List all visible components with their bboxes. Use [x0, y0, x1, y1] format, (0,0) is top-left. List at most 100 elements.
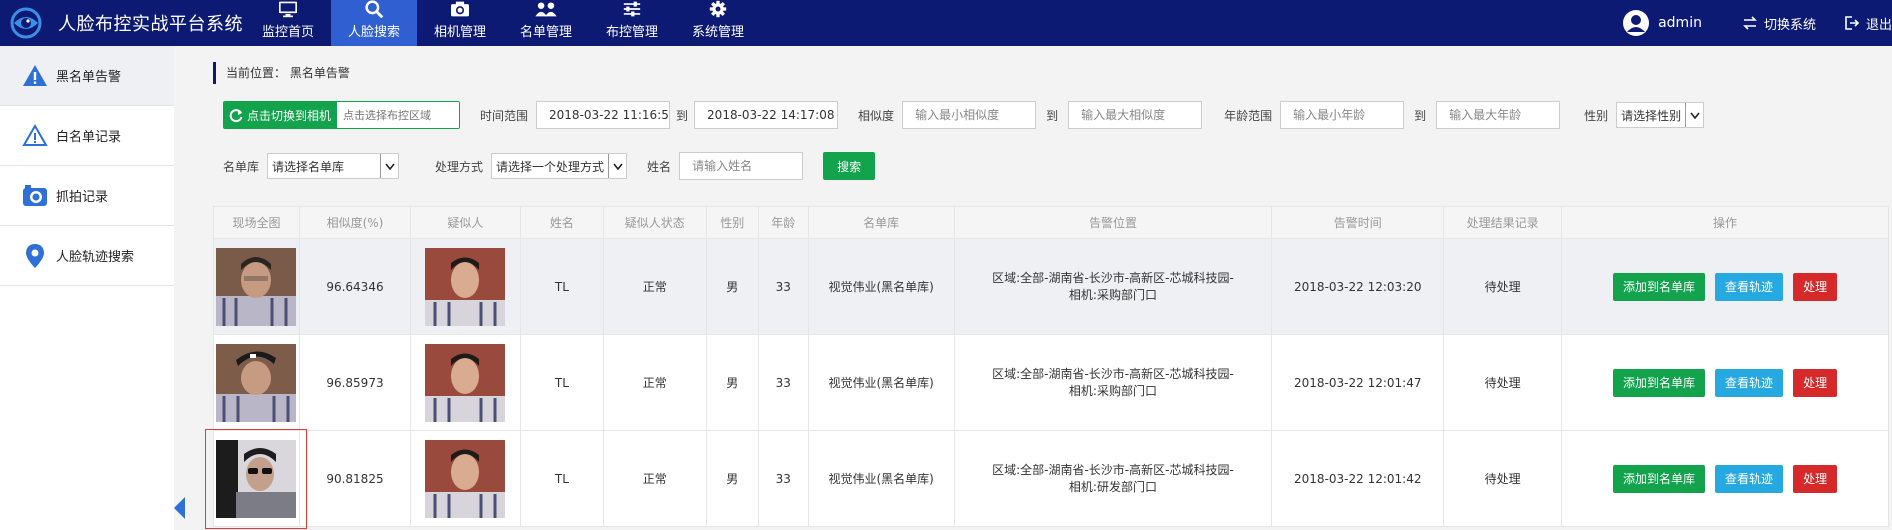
view-track-button[interactable]: 查看轨迹	[1715, 272, 1784, 301]
sidebar-item-blacklist-alarm[interactable]: 黑名单告警	[0, 46, 174, 106]
eye-logo-icon	[10, 7, 42, 39]
refresh-icon	[229, 109, 243, 123]
logout-icon	[1845, 16, 1860, 30]
add-to-library-button[interactable]: 添加到名单库	[1613, 464, 1706, 493]
handling-label: 处理方式	[435, 159, 484, 174]
breadcrumb-current: 黑名单告警	[289, 66, 350, 80]
user-name[interactable]: admin	[1658, 15, 1702, 31]
alarm-table: 现场全图 相似度(%) 疑似人 姓名 疑似人状态 性别 年龄 名单库 告警位置 …	[205, 206, 1889, 529]
filter-row-2: 名单库 请选择名单库 处理方式 请选择一个处理方式 姓名 搜索	[223, 152, 876, 180]
switch-system-label: 切换系统	[1763, 17, 1816, 33]
nav-list-management[interactable]: 名单管理	[503, 0, 589, 46]
status-cell: 正常	[602, 334, 707, 431]
to-label: 到	[676, 108, 689, 123]
time-from-input[interactable]	[536, 101, 671, 129]
age-max-input[interactable]	[1436, 101, 1561, 129]
library-select-value: 请选择名单库	[272, 159, 345, 174]
gender-select-value: 请选择性别	[1621, 108, 1682, 123]
nav-monitor-home[interactable]: 监控首页	[245, 0, 331, 46]
search-icon	[365, 0, 383, 18]
scene-photo[interactable]	[205, 428, 308, 529]
nav-face-search[interactable]: 人脸搜索	[331, 0, 417, 46]
user-avatar-icon[interactable]	[1622, 9, 1650, 37]
nav-deploy-management[interactable]: 布控管理	[589, 0, 675, 46]
main-content: 当前位置： 黑名单告警 点击切换到相机 时间范围 到 相似度 到 年龄范围 到 …	[185, 46, 1892, 530]
name-input[interactable]	[679, 152, 804, 180]
row-actions: 添加到名单库 查看轨迹 处理	[1613, 464, 1838, 493]
name-cell: TL	[519, 430, 604, 527]
similarity-cell: 90.81825	[298, 430, 411, 527]
time-to-input[interactable]	[694, 101, 839, 129]
sidebar-item-face-track-search[interactable]: 人脸轨迹搜索	[0, 226, 174, 286]
sidebar-item-label: 抓拍记录	[56, 190, 109, 205]
search-button[interactable]: 搜索	[823, 152, 876, 180]
nav-label: 监控首页	[261, 25, 314, 40]
nav-label: 相机管理	[433, 25, 486, 40]
users-icon	[535, 2, 557, 17]
sidebar-item-label: 黑名单告警	[56, 70, 122, 85]
suspect-photo[interactable]	[425, 247, 506, 326]
nav-label: 人脸搜索	[347, 25, 400, 40]
similarity-max-input[interactable]	[1068, 101, 1203, 129]
sidebar-collapse-icon[interactable]	[174, 497, 185, 519]
logout-button[interactable]: 退出	[1844, 14, 1892, 33]
location-pin-icon	[26, 243, 44, 268]
library-select[interactable]: 请选择名单库	[267, 153, 400, 179]
row-actions: 添加到名单库 查看轨迹 处理	[1613, 272, 1838, 301]
handle-button[interactable]: 处理	[1793, 464, 1838, 493]
handle-button[interactable]: 处理	[1793, 272, 1838, 301]
to-label: 到	[1414, 108, 1427, 123]
col-header[interactable]: 相似度(%)	[298, 206, 411, 239]
nav-system-management[interactable]: 系统管理	[675, 0, 761, 46]
add-to-library-button[interactable]: 添加到名单库	[1613, 272, 1706, 301]
sidebar-item-capture-record[interactable]: 抓拍记录	[0, 166, 174, 226]
top-bar: 人脸布控实战平台系统 监控首页 人脸搜索 相机管理 名单管理 布控管理 系统管理…	[0, 0, 1892, 46]
chevron-down-icon	[608, 154, 626, 178]
scene-photo[interactable]	[216, 247, 297, 326]
location-camera: 相机:采购部门口	[1068, 383, 1157, 398]
monitor-icon	[279, 1, 297, 18]
col-header: 名单库	[807, 206, 955, 239]
nav-camera-management[interactable]: 相机管理	[417, 0, 503, 46]
location-area: 区域:全部-湖南省-长沙市-高新区-芯城科技园-	[992, 462, 1234, 477]
camera-icon	[451, 1, 469, 17]
time-cell: 2018-03-22 12:01:47	[1271, 334, 1445, 431]
gender-label: 性别	[1584, 108, 1609, 123]
sidebar-item-label: 白名单记录	[56, 130, 122, 145]
gender-select[interactable]: 请选择性别	[1616, 102, 1705, 128]
switch-system-button[interactable]: 切换系统	[1742, 14, 1816, 33]
similarity-min-input[interactable]	[902, 101, 1037, 129]
gender-cell: 男	[705, 334, 759, 431]
suspect-photo[interactable]	[425, 343, 506, 422]
add-to-library-button[interactable]: 添加到名单库	[1613, 368, 1706, 397]
name-label: 姓名	[647, 159, 672, 174]
switch-camera-button[interactable]: 点击切换到相机	[224, 102, 338, 128]
location-area: 区域:全部-湖南省-长沙市-高新区-芯城科技园-	[992, 270, 1234, 285]
col-header: 操作	[1561, 206, 1889, 239]
result-cell: 待处理	[1443, 334, 1563, 431]
suspect-photo[interactable]	[425, 439, 506, 518]
handling-select[interactable]: 请选择一个处理方式	[491, 153, 628, 179]
age-min-input[interactable]	[1280, 101, 1405, 129]
nav-label: 系统管理	[691, 25, 744, 40]
location-camera: 相机:采购部门口	[1068, 287, 1157, 302]
library-cell: 视觉伟业(黑名单库)	[807, 238, 955, 335]
view-track-button[interactable]: 查看轨迹	[1715, 368, 1784, 397]
col-header: 现场全图	[213, 206, 300, 239]
similarity-cell: 96.85973	[298, 334, 411, 431]
area-select-input[interactable]	[337, 102, 460, 128]
breadcrumb: 当前位置： 黑名单告警	[213, 62, 350, 84]
status-cell: 正常	[602, 430, 707, 527]
location-camera: 相机:研发部门口	[1068, 479, 1157, 494]
view-track-button[interactable]: 查看轨迹	[1715, 464, 1784, 493]
col-header[interactable]: 告警时间	[1271, 206, 1445, 239]
handle-button[interactable]: 处理	[1793, 368, 1838, 397]
gender-cell: 男	[705, 238, 759, 335]
col-header: 疑似人状态	[602, 206, 707, 239]
nav-label: 名单管理	[519, 25, 572, 40]
brand: 人脸布控实战平台系统	[8, 6, 243, 40]
scene-photo[interactable]	[216, 343, 297, 422]
camera-icon	[23, 184, 47, 206]
sidebar-item-whitelist-record[interactable]: 白名单记录	[0, 106, 174, 166]
age-cell: 33	[757, 430, 809, 527]
